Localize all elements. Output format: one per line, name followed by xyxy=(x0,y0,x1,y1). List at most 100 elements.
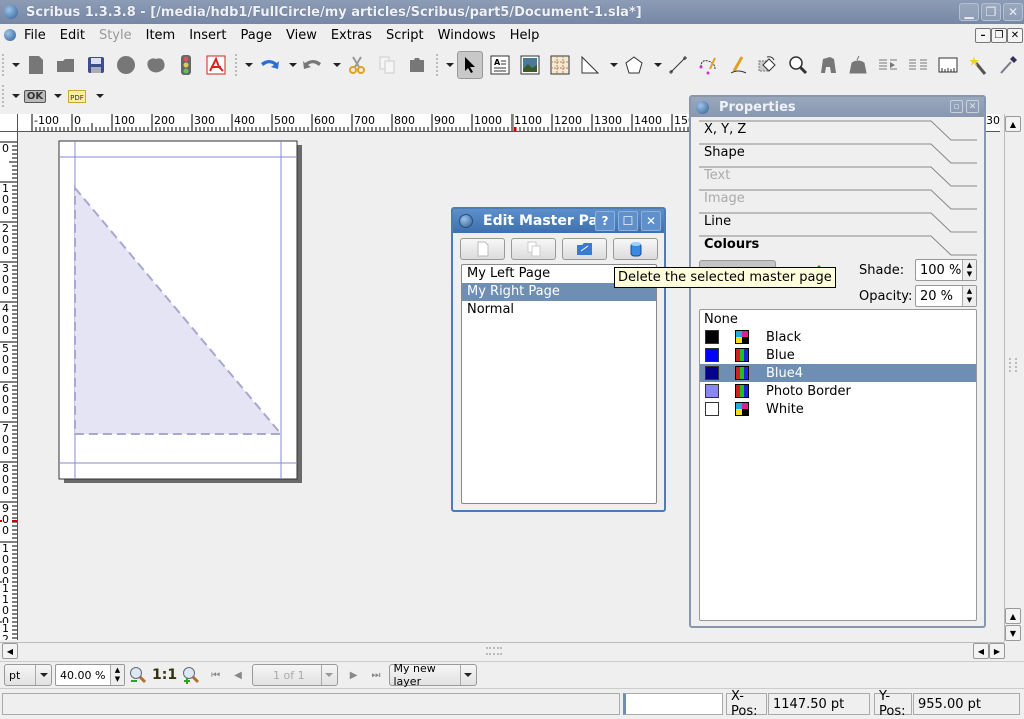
section-colours[interactable]: Colours xyxy=(699,234,977,257)
toolbar-grip[interactable] xyxy=(235,54,239,76)
maximize-button[interactable]: ❐ xyxy=(981,3,1001,21)
export-pdf-button[interactable] xyxy=(203,51,229,79)
pdf-push-button-tool[interactable]: OK xyxy=(23,82,47,110)
eyedropper-tool[interactable] xyxy=(995,51,1021,79)
pdf-field-dropdown[interactable] xyxy=(96,94,104,98)
vertical-scrollbar[interactable]: ▲ ▲ ▼ xyxy=(1004,114,1022,642)
section-image[interactable]: Image xyxy=(699,188,977,211)
new-master-page-button[interactable] xyxy=(460,238,505,260)
toolbar-grip[interactable] xyxy=(436,54,440,76)
section-line[interactable]: Line xyxy=(699,211,977,234)
toolbar-dropdown[interactable] xyxy=(245,63,253,67)
master-pages-list[interactable]: My Left Page My Right Page Normal xyxy=(461,264,657,504)
menu-item[interactable]: Item xyxy=(146,28,176,43)
scroll-left-button-2[interactable]: ◀ xyxy=(973,643,989,659)
polygon-tool[interactable] xyxy=(621,51,647,79)
colour-item[interactable]: Blue4 xyxy=(700,364,976,382)
shape-dropdown[interactable] xyxy=(610,63,618,67)
colour-item[interactable]: Blue xyxy=(700,346,976,364)
colour-item[interactable]: Photo Border xyxy=(700,382,976,400)
print-button[interactable] xyxy=(143,51,169,79)
properties-float-button[interactable]: ▫ xyxy=(950,100,963,113)
document-page[interactable] xyxy=(58,140,358,500)
scrollbar-grip[interactable] xyxy=(1009,358,1017,372)
shade-input[interactable]: 100 % ▲ ▼ xyxy=(915,259,977,281)
master-page-item[interactable]: Normal xyxy=(462,301,656,319)
close-button[interactable]: ✕ xyxy=(1003,3,1023,21)
section-x-y-z[interactable]: X, Y, Z xyxy=(699,119,977,142)
line-tool[interactable] xyxy=(665,51,691,79)
menu-view[interactable]: View xyxy=(286,28,317,43)
polygon-dropdown[interactable] xyxy=(654,63,662,67)
dialog-titlebar[interactable]: Edit Master Pa ? ☐ ✕ xyxy=(453,209,664,233)
shape-tool[interactable] xyxy=(577,51,603,79)
dialog-close-button[interactable]: ✕ xyxy=(641,211,661,231)
dialog-maximize-button[interactable]: ☐ xyxy=(618,211,638,231)
toolbar-dropdown[interactable] xyxy=(446,63,454,67)
previous-page-button[interactable]: ◀ xyxy=(234,670,242,681)
import-master-page-button[interactable] xyxy=(562,238,607,260)
app-menu-icon[interactable] xyxy=(4,29,16,41)
toolbar-dropdown[interactable] xyxy=(12,63,20,67)
select-tool[interactable] xyxy=(457,51,483,79)
cut-button[interactable] xyxy=(344,51,370,79)
properties-titlebar[interactable]: Properties ▫ ✕ xyxy=(691,97,984,117)
colour-item[interactable]: White xyxy=(700,400,976,418)
next-page-button[interactable]: ▶ xyxy=(350,670,358,681)
section-shape[interactable]: Shape xyxy=(699,142,977,165)
scroll-up-button[interactable]: ▲ xyxy=(1005,116,1021,132)
duplicate-master-page-button[interactable] xyxy=(511,238,556,260)
new-document-button[interactable] xyxy=(23,51,49,79)
link-frames-tool[interactable] xyxy=(875,51,901,79)
delete-master-page-button[interactable] xyxy=(613,238,658,260)
table-tool[interactable] xyxy=(547,51,573,79)
edit-text-tool[interactable] xyxy=(845,51,871,79)
vertical-ruler[interactable]: 0 100 200 300 400 500 600 700 800 900 1000110012 xyxy=(0,132,18,640)
zoom-reset-button[interactable]: 1:1 xyxy=(152,667,177,683)
menu-script[interactable]: Script xyxy=(386,28,424,43)
help-button[interactable]: ? xyxy=(595,211,615,231)
toolbar-dropdown[interactable] xyxy=(12,94,20,98)
properties-close-button[interactable]: ✕ xyxy=(966,100,979,113)
freehand-tool[interactable] xyxy=(725,51,751,79)
menu-extras[interactable]: Extras xyxy=(331,28,372,43)
preflight-button[interactable] xyxy=(173,51,199,79)
toolbar-grip[interactable] xyxy=(2,54,6,76)
rotate-tool[interactable] xyxy=(755,51,781,79)
page-select[interactable]: 1 of 1 xyxy=(251,664,338,686)
copy-button[interactable] xyxy=(374,51,400,79)
close-document-button[interactable] xyxy=(113,51,139,79)
menu-edit[interactable]: Edit xyxy=(60,28,85,43)
pdf-push-dropdown[interactable] xyxy=(54,94,62,98)
toolbar-grip[interactable] xyxy=(2,85,6,107)
horizontal-scrollbar[interactable]: ◀ ◀ ▶ xyxy=(0,642,1005,659)
scroll-right-button[interactable]: ▶ xyxy=(989,643,1005,659)
opacity-spinner[interactable]: ▲ ▼ xyxy=(962,286,976,306)
zoom-out-icon[interactable] xyxy=(128,665,148,685)
scrollbar-grip[interactable] xyxy=(486,647,502,655)
bezier-tool[interactable] xyxy=(695,51,721,79)
zoom-tool[interactable] xyxy=(785,51,811,79)
edit-contents-tool[interactable] xyxy=(815,51,841,79)
menu-windows[interactable]: Windows xyxy=(438,28,496,43)
ruler-corner[interactable] xyxy=(0,114,18,132)
unlink-frames-tool[interactable] xyxy=(905,51,931,79)
menu-style[interactable]: Style xyxy=(99,28,132,43)
undo-dropdown[interactable] xyxy=(289,63,297,67)
last-page-button[interactable]: ⏭ xyxy=(372,670,381,681)
menu-help[interactable]: Help xyxy=(510,28,540,43)
menu-page[interactable]: Page xyxy=(241,28,272,43)
mdi-minimize-button[interactable]: – xyxy=(975,28,991,43)
mdi-close-button[interactable]: ✕ xyxy=(1007,28,1023,43)
menu-file[interactable]: File xyxy=(24,28,46,43)
measurements-tool[interactable] xyxy=(935,51,961,79)
shade-spinner[interactable]: ▲ ▼ xyxy=(962,260,976,280)
redo-dropdown[interactable] xyxy=(333,63,341,67)
copy-properties-tool[interactable] xyxy=(965,51,991,79)
minimize-button[interactable]: ▁ xyxy=(959,3,979,21)
zoom-in-icon[interactable] xyxy=(181,665,201,685)
section-text[interactable]: Text xyxy=(699,165,977,188)
unit-select[interactable]: pt xyxy=(4,664,52,686)
pdf-field-tool[interactable]: PDF xyxy=(65,82,89,110)
text-frame-tool[interactable]: A xyxy=(487,51,513,79)
